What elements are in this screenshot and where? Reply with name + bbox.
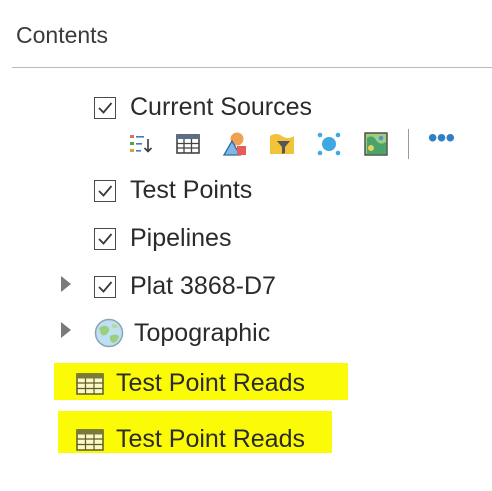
globe-icon: [94, 318, 124, 348]
layer-label: Plat 3868-D7: [130, 272, 276, 300]
layer-plat[interactable]: Plat 3868-D7: [94, 272, 276, 301]
contents-header: Contents: [16, 22, 109, 48]
header-divider: [12, 67, 492, 68]
show-legend-icon[interactable]: [126, 129, 156, 159]
layer-label: Topographic: [134, 318, 271, 347]
toolbar-separator: [408, 129, 409, 159]
layer-visibility-checkbox[interactable]: [94, 179, 116, 202]
layer-current-sources[interactable]: Current Sources: [94, 93, 312, 122]
table-label: Test Point Reads: [116, 369, 305, 397]
change-style-icon[interactable]: [220, 129, 250, 159]
layer-visibility-checkbox[interactable]: [94, 227, 116, 250]
table-label: Test Point Reads: [116, 425, 305, 453]
layer-toolbar: •••: [126, 124, 473, 160]
layer-label: Test Points: [130, 176, 253, 204]
expand-icon[interactable]: [61, 322, 71, 338]
raster-function-icon[interactable]: [361, 129, 391, 159]
table-test-point-reads[interactable]: Test Point Reads: [76, 369, 305, 398]
table-icon: [76, 428, 106, 451]
layer-pipelines[interactable]: Pipelines: [94, 224, 231, 253]
more-options-icon[interactable]: •••: [426, 124, 456, 159]
basemap-topographic[interactable]: Topographic: [94, 318, 270, 348]
filter-icon[interactable]: [267, 129, 297, 159]
layer-visibility-checkbox[interactable]: [94, 96, 116, 119]
expand-icon[interactable]: [61, 276, 71, 292]
table-test-point-reads[interactable]: Test Point Reads: [76, 425, 305, 454]
layer-visibility-checkbox[interactable]: [94, 275, 116, 298]
layer-label: Current Sources: [130, 93, 313, 121]
layer-test-points[interactable]: Test Points: [94, 176, 252, 205]
analysis-icon[interactable]: [314, 129, 344, 159]
attribute-table-icon[interactable]: [173, 129, 203, 159]
layer-label: Pipelines: [130, 224, 232, 252]
table-icon: [76, 372, 106, 395]
